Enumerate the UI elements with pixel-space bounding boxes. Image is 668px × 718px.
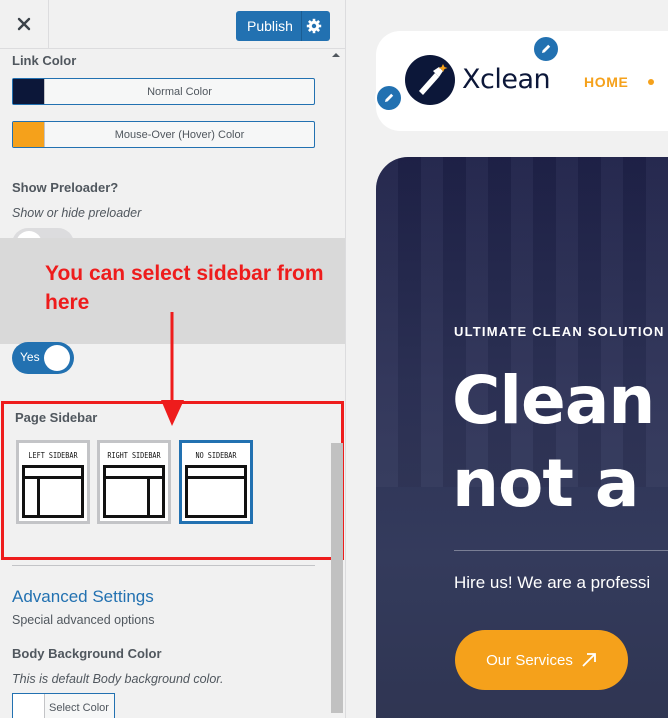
annotation-arrow-icon [161,312,184,426]
our-services-button[interactable]: Our Services [455,630,628,690]
option-caption: RIGHT SIDEBAR [107,451,161,460]
body-bg-title: Body Background Color [12,646,162,661]
body-bg-swatch [13,694,45,718]
panel-scrollbar[interactable] [331,443,343,713]
no-sidebar-layout-icon [185,465,247,518]
cta-label: Our Services [486,651,573,669]
option-caption: NO SIDEBAR [195,451,237,460]
hero-title-line-1: Clean [452,362,655,439]
edit-logo-pencil-icon[interactable] [375,84,403,112]
publish-label: Publish [247,18,293,34]
nav-home-link[interactable]: HOME [584,74,628,90]
left-sidebar-layout-icon [22,465,84,518]
hero-subtitle: Hire us! We are a professi [454,573,651,592]
body-bg-description: This is default Body background color. [12,672,224,686]
normal-color-button[interactable]: Normal Color [12,78,315,105]
left-sidebar-option[interactable]: LEFT SIDEBAR [16,440,90,524]
edit-header-pencil-icon[interactable] [532,35,560,63]
no-sidebar-option[interactable]: NO SIDEBAR [179,440,253,524]
customizer-panel: Publish Link Color Normal Color Mouse-Ov… [0,0,346,718]
hero-divider [454,550,668,551]
hero-kicker: ULTIMATE CLEAN SOLUTION [454,324,665,339]
section-divider [12,565,315,566]
select-color-button[interactable]: Select Color [12,693,115,718]
panel-header: Publish [0,0,345,49]
preloader-description: Show or hide preloader [12,206,142,220]
scroll-up-arrow-icon[interactable] [331,51,341,59]
right-sidebar-layout-icon [103,465,165,518]
hover-color-swatch [13,122,44,147]
select-color-label: Select Color [49,702,109,714]
hover-color-button[interactable]: Mouse-Over (Hover) Color [12,121,315,148]
right-sidebar-option[interactable]: RIGHT SIDEBAR [97,440,171,524]
toggle-knob [44,345,70,371]
gear-icon[interactable] [306,18,322,34]
nav-separator-dot [648,79,654,85]
publish-separator [301,11,302,41]
hero-section: ULTIMATE CLEAN SOLUTION Clean not a Hire… [376,157,668,718]
page-sidebar-title: Page Sidebar [15,410,98,425]
logo-text[interactable]: Xclean [462,64,551,95]
site-preview: Xclean HOME ULTIMATE CLEAN SOLUTION Clea… [346,0,668,718]
annotation-text: You can select sidebar from here [45,262,324,314]
option-caption: LEFT SIDEBAR [28,451,78,460]
hover-color-label: Mouse-Over (Hover) Color [44,122,314,147]
close-customizer-button[interactable] [0,0,49,48]
normal-color-label: Normal Color [44,79,314,104]
normal-color-swatch [13,79,44,104]
publish-button[interactable]: Publish [236,11,330,41]
advanced-settings-title[interactable]: Advanced Settings [12,587,154,607]
hero-title-line-2: not a [452,445,639,522]
advanced-settings-description: Special advanced options [12,613,155,627]
preloader-title: Show Preloader? [12,180,119,195]
logo-icon[interactable] [405,55,455,105]
toggle-yes-label: Yes [20,350,40,364]
link-color-title: Link Color [12,53,77,68]
enabled-toggle[interactable]: Yes [12,342,74,374]
close-icon [17,17,31,31]
send-arrow-icon [582,653,596,667]
